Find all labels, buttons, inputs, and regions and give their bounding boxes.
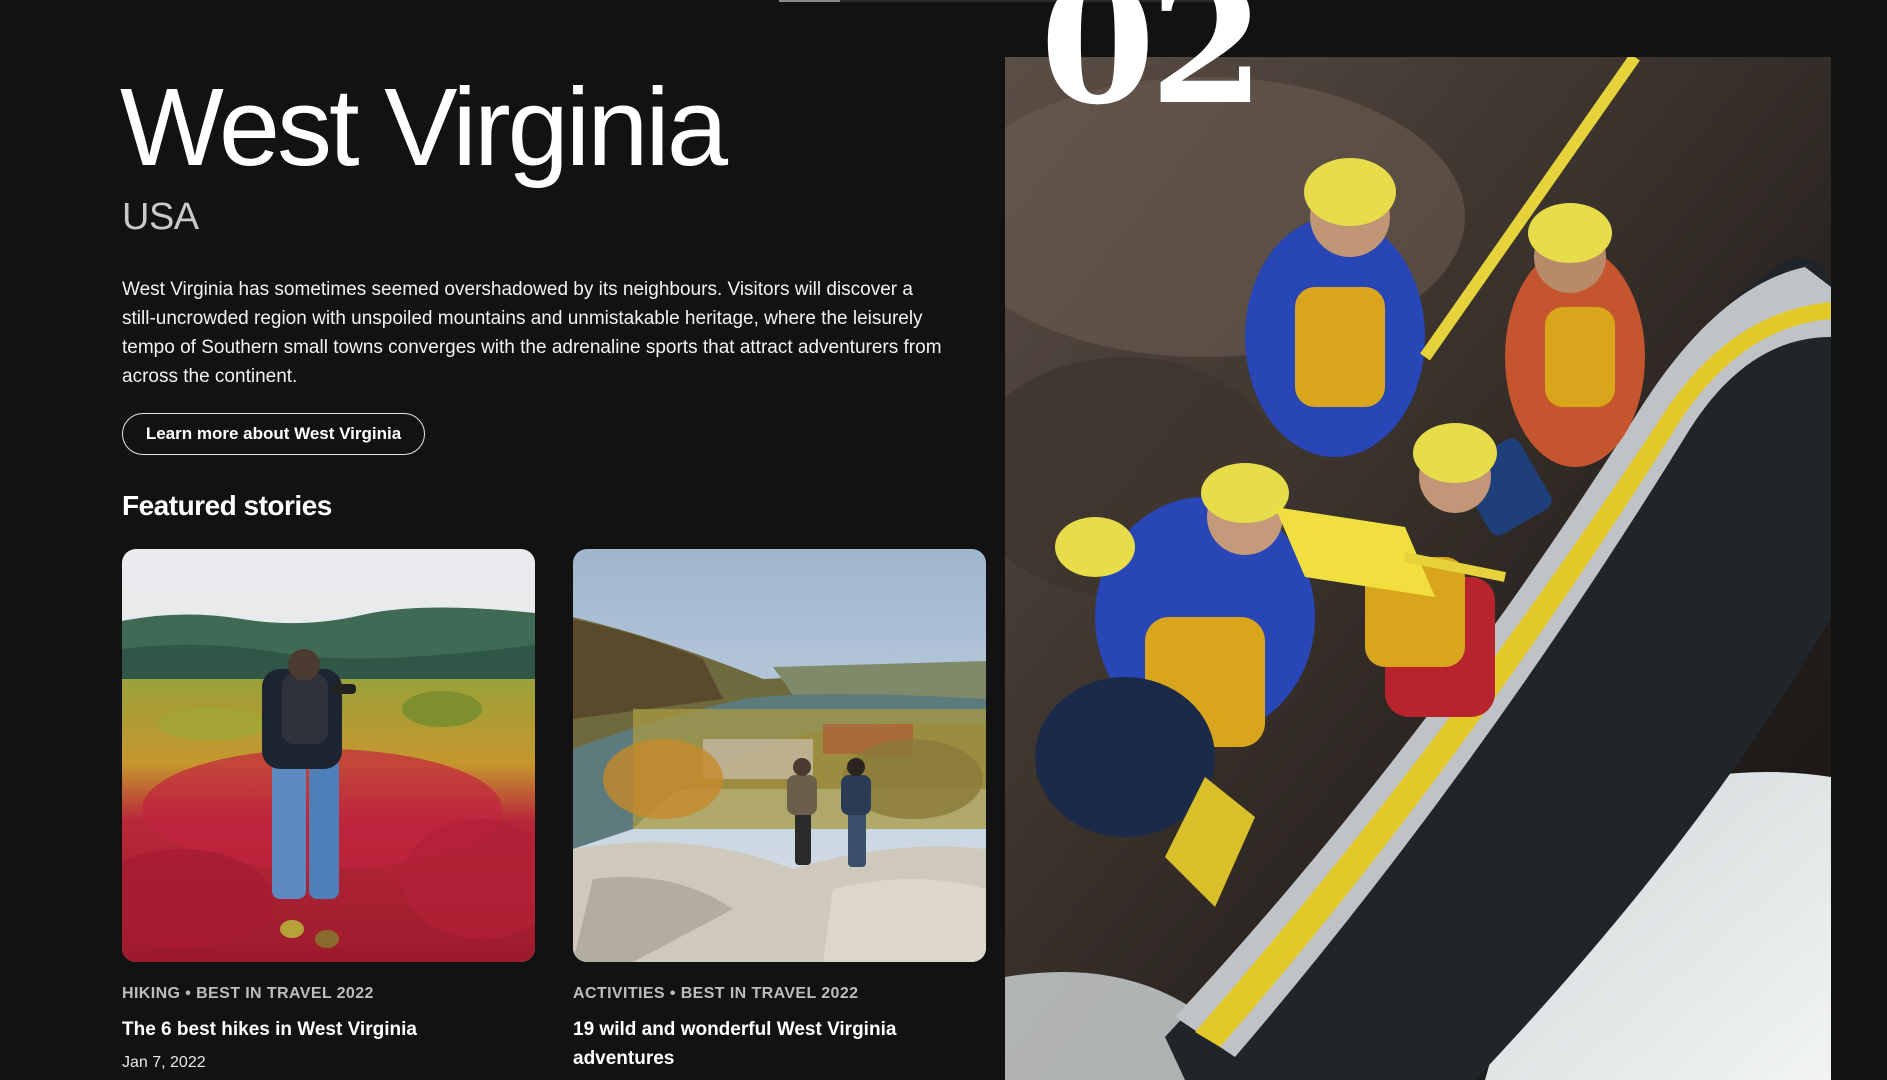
hiker-photo	[122, 549, 535, 962]
story-image-overlook[interactable]	[573, 549, 986, 962]
story-card[interactable]: HIKING • BEST IN TRAVEL 2022 The 6 best …	[122, 549, 535, 1072]
featured-stories-heading: Featured stories	[122, 490, 332, 521]
story-title-link[interactable]: 19 wild and wonderful West Virginia adve…	[573, 1015, 986, 1073]
story-tag: HIKING • BEST IN TRAVEL 2022	[122, 985, 374, 1002]
hero-image	[1005, 57, 1831, 1080]
rafting-photo	[1005, 57, 1831, 1080]
destination-page: West Virginia USA West Virginia has some…	[0, 0, 1887, 1080]
overlook-photo	[573, 549, 986, 962]
story-title-link[interactable]: The 6 best hikes in West Virginia	[122, 1015, 535, 1044]
story-image-hiker[interactable]	[122, 549, 535, 962]
story-card[interactable]: ACTIVITIES • BEST IN TRAVEL 2022 19 wild…	[573, 549, 986, 1073]
destination-country: USA	[122, 196, 199, 238]
learn-more-button[interactable]: Learn more about West Virginia	[122, 413, 425, 455]
story-tag: ACTIVITIES • BEST IN TRAVEL 2022	[573, 985, 859, 1002]
destination-description: West Virginia has sometimes seemed overs…	[122, 279, 942, 387]
slide-progress-fill	[779, 0, 840, 2]
destination-title: West Virginia	[120, 66, 728, 189]
slide-number: 02	[1040, 0, 1265, 142]
story-date: Jan 7, 2022	[122, 1054, 206, 1071]
